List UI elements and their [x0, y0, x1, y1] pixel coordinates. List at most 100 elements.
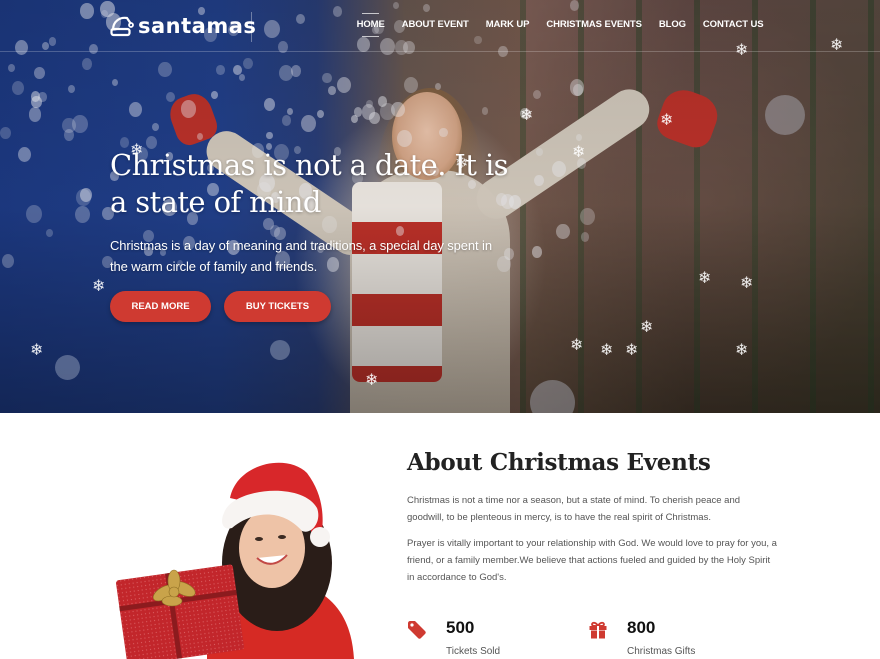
snow-bokeh — [281, 114, 292, 126]
snow-bokeh — [534, 174, 544, 186]
stat-label: Christmas Gifts — [627, 646, 696, 657]
snow-bokeh — [0, 126, 11, 139]
snow-bokeh — [579, 207, 595, 226]
site-logo[interactable]: santamas — [110, 14, 256, 38]
snow-bokeh — [61, 117, 76, 134]
snowflake-icon: ❄ — [570, 335, 584, 354]
snow-bokeh — [316, 109, 325, 118]
snowflake-icon: ❄ — [520, 105, 534, 124]
snow-bokeh — [336, 76, 351, 93]
snowflake-icon: ❄ — [640, 317, 654, 336]
tag-icon — [408, 621, 426, 639]
about-paragraph-2: Prayer is vitally important to your rela… — [407, 538, 777, 583]
snow-bokeh-large — [55, 355, 80, 380]
snow-bokeh — [67, 85, 75, 94]
snow-bokeh — [242, 58, 253, 70]
snow-bokeh — [397, 129, 413, 147]
hero-content: Christmas is not a date. It is a state o… — [110, 147, 510, 277]
nav-item-mark-up[interactable]: MARK UP — [477, 19, 538, 30]
santa-hat-icon — [110, 16, 134, 37]
snow-bokeh — [369, 112, 380, 125]
stat-tickets-sold: 500 Tickets Sold — [407, 618, 500, 657]
snow-bokeh — [34, 66, 46, 80]
snow-bokeh — [129, 102, 142, 118]
snow-bokeh — [180, 100, 196, 118]
snow-bokeh — [532, 246, 542, 258]
snow-bokeh — [8, 63, 16, 73]
snow-bokeh — [211, 91, 218, 99]
snow-bokeh — [28, 107, 42, 122]
snow-bokeh — [25, 204, 42, 224]
snow-bokeh — [158, 61, 172, 77]
snowflake-icon: ❄ — [735, 340, 749, 359]
snow-bokeh — [380, 103, 395, 120]
snow-bokeh — [278, 65, 293, 82]
snowflake-icon: ❄ — [698, 268, 712, 287]
snowflake-icon: ❄ — [92, 276, 106, 295]
snow-bokeh — [263, 98, 276, 112]
snow-bokeh — [46, 229, 54, 237]
santa-girl-with-gift-image — [116, 462, 354, 659]
snow-bokeh — [328, 85, 336, 95]
snow-bokeh — [265, 131, 273, 140]
about-text: About Christmas Events Christmas is not … — [407, 449, 777, 586]
snow-bokeh — [481, 107, 489, 116]
snow-bokeh-large — [765, 95, 805, 135]
snow-bokeh — [2, 254, 15, 269]
stat-number: 800 — [627, 618, 656, 637]
snow-bokeh — [575, 133, 583, 142]
nav-item-christmas-events[interactable]: CHRISTMAS EVENTS — [538, 19, 651, 30]
snow-bokeh — [552, 161, 567, 177]
snow-bokeh — [152, 123, 160, 132]
snow-bokeh — [580, 232, 590, 242]
nav-item-blog[interactable]: BLOG — [650, 19, 694, 30]
stat-number: 500 — [446, 618, 475, 637]
snow-bokeh — [556, 223, 570, 240]
gift-icon — [589, 621, 607, 639]
read-more-button[interactable]: READ MORE — [110, 291, 211, 322]
snow-bokeh — [536, 147, 544, 156]
main-nav: HOME ABOUT EVENT MARK UP CHRISTMAS EVENT… — [348, 13, 772, 37]
hero-subtitle: Christmas is a day of meaning and tradit… — [110, 238, 492, 274]
snow-bokeh — [286, 107, 293, 115]
about-title: About Christmas Events — [407, 449, 711, 476]
logo-text: santamas — [138, 14, 257, 38]
stat-label: Tickets Sold — [446, 646, 501, 657]
nav-item-about-event[interactable]: ABOUT EVENT — [393, 19, 477, 30]
snowflake-icon: ❄ — [365, 370, 379, 389]
snow-bokeh — [404, 76, 419, 93]
nav-item-home[interactable]: HOME — [348, 13, 393, 37]
nav-item-contact-us[interactable]: CONTACT US — [694, 19, 772, 30]
snow-bokeh — [17, 146, 31, 162]
snow-bokeh — [351, 114, 359, 123]
snow-bokeh-large — [270, 340, 290, 360]
snow-bokeh — [439, 127, 448, 138]
snow-bokeh — [75, 206, 90, 224]
snow-bokeh — [238, 73, 245, 81]
snow-bokeh — [11, 80, 24, 95]
snow-bokeh — [216, 65, 225, 75]
snow-bokeh — [111, 79, 119, 87]
snowflake-icon: ❄ — [30, 340, 44, 359]
snowflake-icon: ❄ — [600, 340, 614, 359]
snow-bokeh — [165, 91, 175, 103]
buy-tickets-button[interactable]: BUY TICKETS — [224, 291, 331, 322]
snowflake-icon: ❄ — [740, 273, 754, 292]
snow-bokeh — [301, 115, 317, 133]
snow-bokeh — [532, 89, 542, 100]
snowflake-icon: ❄ — [660, 110, 674, 129]
snow-bokeh-large — [530, 380, 575, 413]
stat-christmas-gifts: 800 Christmas Gifts — [588, 618, 695, 657]
snowflake-icon: ❄ — [625, 340, 639, 359]
snow-bokeh — [196, 132, 204, 141]
snow-bokeh — [366, 99, 373, 108]
snow-bokeh — [322, 72, 332, 84]
site-header: santamas HOME ABOUT EVENT MARK UP CHRIST… — [0, 0, 880, 52]
hero-buttons: READ MORE BUY TICKETS — [110, 291, 331, 322]
header-divider — [251, 12, 252, 42]
about-paragraph-1: Christmas is not a time nor a season, bu… — [407, 495, 741, 523]
snow-bokeh — [434, 83, 442, 91]
snowflake-icon: ❄ — [572, 142, 586, 161]
snow-bokeh — [81, 58, 93, 71]
snow-bokeh — [569, 78, 585, 96]
